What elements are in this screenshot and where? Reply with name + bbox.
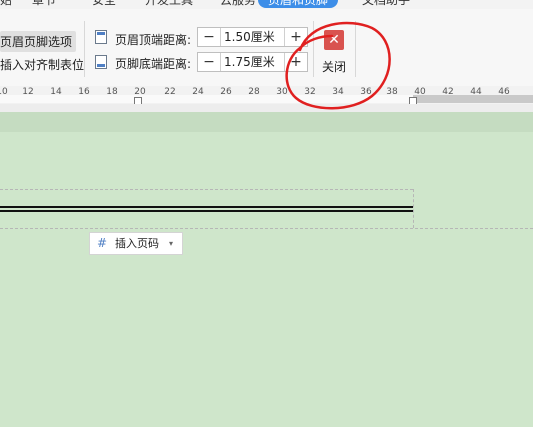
red-annotation-circle xyxy=(285,21,391,110)
